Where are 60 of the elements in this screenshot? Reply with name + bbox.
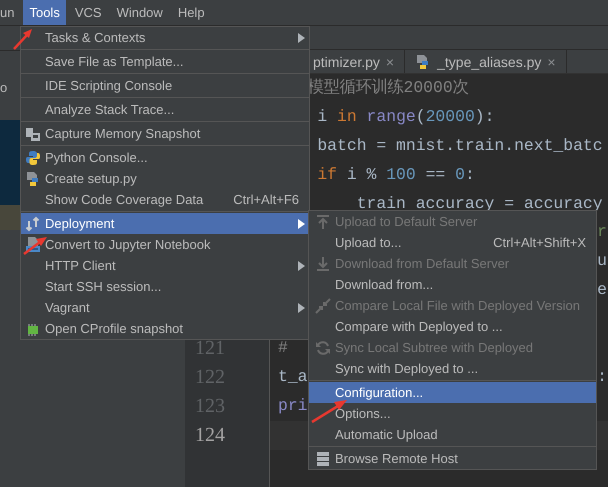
menu-item[interactable]: Browse Remote Host	[309, 448, 596, 469]
code-line: t_a	[278, 366, 308, 388]
menu-item[interactable]: Start SSH session...	[21, 276, 309, 297]
annotation-arrow	[12, 27, 34, 51]
menu-item[interactable]: Deployment	[21, 213, 309, 234]
notebook-file-icon	[25, 236, 41, 252]
menu-item[interactable]: Show Code Coverage Data Ctrl+Alt+F6	[21, 189, 309, 210]
menu-item[interactable]: Options...	[309, 403, 596, 424]
code-text: e	[597, 279, 608, 302]
compare-icon	[315, 298, 331, 314]
editor-tab[interactable]: _type_aliases.py ×	[405, 50, 567, 73]
menu-item[interactable]: Python Console...	[21, 147, 309, 168]
menu-bar-item[interactable]: Window	[110, 0, 169, 25]
submenu-arrow-icon	[298, 218, 305, 228]
menu-item[interactable]: Configuration...	[309, 382, 596, 403]
menu-item[interactable]: Compare with Deployed to ...	[309, 316, 596, 337]
menu-item[interactable]: HTTP Client	[21, 255, 309, 276]
menu-item[interactable]: Sync with Deployed to ...	[309, 358, 596, 379]
menu-item[interactable]: Tasks & Contexts	[21, 27, 309, 48]
editor-tab[interactable]: ptimizer.py ×	[313, 50, 406, 73]
code-line: #	[278, 337, 288, 360]
server-icon	[315, 450, 331, 466]
code-line: if i % 100 == 0:	[316, 164, 475, 186]
menu-item[interactable]: Download from...	[309, 274, 596, 295]
menu-item[interactable]: Upload to... Ctrl+Alt+Shift+X	[309, 232, 596, 253]
code-text: u	[597, 250, 608, 272]
menu-item[interactable]: Save File as Template...	[21, 51, 309, 72]
sync-icon	[315, 340, 331, 356]
panel-text: o	[0, 80, 8, 95]
code-line: pri	[278, 394, 308, 417]
python-icon	[25, 150, 41, 166]
close-button[interactable]: ×	[386, 54, 394, 70]
shortcut-label: Ctrl+Alt+Shift+X	[493, 235, 587, 250]
menu-item[interactable]: Vagrant	[21, 297, 309, 318]
download-icon	[315, 256, 331, 272]
menu-item[interactable]: Automatic Upload	[309, 424, 596, 445]
menu-item[interactable]: Analyze Stack Trace...	[21, 99, 309, 120]
upload-icon	[315, 214, 331, 230]
submenu-arrow-icon	[298, 32, 305, 42]
line-number: 124	[195, 424, 225, 446]
up-down-arrows-icon	[25, 216, 41, 232]
code-line: batch = mnist.train.next_batc	[316, 134, 603, 157]
code-text: :	[597, 366, 608, 388]
menu-item[interactable]: Capture Memory Snapshot	[21, 123, 309, 144]
code-line: i in range(20000):	[316, 106, 494, 128]
shortcut-label: Ctrl+Alt+F6	[233, 192, 300, 207]
code-text: r	[597, 221, 608, 244]
menu-item[interactable]: Convert to Jupyter Notebook	[21, 234, 309, 255]
close-button[interactable]: ×	[547, 54, 556, 70]
menu-bar-item[interactable]: Help	[172, 0, 211, 25]
submenu-arrow-icon	[298, 260, 305, 270]
submenu-arrow-icon	[298, 302, 305, 312]
menu-bar-item[interactable]: VCS	[68, 0, 108, 25]
menu-bar-item[interactable]: un	[0, 0, 20, 25]
menu-bar-item[interactable]: Tools	[23, 0, 66, 25]
menu-item[interactable]: IDE Scripting Console	[21, 75, 309, 96]
menu-item[interactable]: Create setup.py	[21, 168, 309, 189]
memory-icon	[25, 126, 41, 142]
python-file-icon	[25, 170, 41, 186]
menu-item[interactable]: Open CProfile snapshot	[21, 318, 309, 339]
